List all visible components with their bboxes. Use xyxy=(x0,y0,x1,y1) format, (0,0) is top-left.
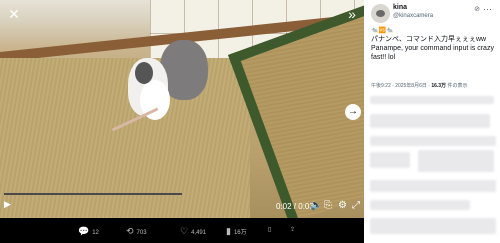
views-button[interactable]: ▮ 16万 xyxy=(226,226,247,237)
share-icon[interactable]: ⇪ xyxy=(290,226,295,233)
blurred-content xyxy=(370,114,490,128)
tweet-sidebar: kina @kinaxcamera ⊘ ⋯ 🐀🆚🐀 パナンペ、コマンド入力早ぇぇ… xyxy=(364,0,500,243)
volume-icon[interactable]: 🔈 xyxy=(310,200,322,211)
video-controls: ▶ 0:02 / 0:03 🔈 ⎘ ⚙ ⤢ xyxy=(0,199,364,215)
blurred-content xyxy=(370,180,496,192)
more-options-icon[interactable]: ⋯ xyxy=(483,4,492,15)
tweet-views-count: 16.3万 xyxy=(431,83,447,89)
author-handle[interactable]: @kinaxcamera xyxy=(393,13,433,19)
bookmark-icon[interactable]: ▯ xyxy=(268,226,271,233)
blurred-content xyxy=(370,136,496,146)
settings-icon[interactable]: ⚙ xyxy=(338,200,347,211)
author-name[interactable]: kina xyxy=(393,4,407,11)
tweet-timestamp[interactable]: 午後9:22 · 2025年8月6日 · xyxy=(371,83,430,89)
heart-icon: ♡ xyxy=(180,226,189,236)
like-button[interactable]: ♡ 4,491 xyxy=(180,226,206,237)
tweet-views-label: 件の表示 xyxy=(447,83,468,89)
fullscreen-icon[interactable]: ⤢ xyxy=(352,200,360,211)
avatar[interactable] xyxy=(371,4,390,23)
grok-icon[interactable]: ⊘ xyxy=(474,5,480,13)
like-count: 4,491 xyxy=(191,230,207,236)
action-bar: 💬 12 ⟲ 703 ♡ 4,491 ▮ 16万 ▯ ⇪ xyxy=(0,218,364,243)
tweet-text-en: Panampe, your command input is crazy fas… xyxy=(371,45,494,61)
views-count: 16万 xyxy=(233,230,247,236)
tweet-emoji-line: 🐀🆚🐀 xyxy=(371,28,394,34)
close-icon[interactable]: ✕ xyxy=(6,6,22,22)
reply-count: 12 xyxy=(92,230,99,236)
tweet-text-ja: パナンペ、コマンド入力早ぇぇぇww xyxy=(371,36,487,43)
play-icon[interactable]: ▶ xyxy=(4,199,11,210)
tweet-meta: 午後9:22 · 2025年8月6日 · 16.3万 件の表示 xyxy=(371,82,467,89)
rat-spot xyxy=(135,62,153,84)
repost-count: 703 xyxy=(136,230,147,236)
blurred-content xyxy=(370,200,470,210)
reply-button[interactable]: 💬 12 xyxy=(78,226,99,237)
time-display: 0:02 / 0:03 xyxy=(276,202,314,211)
media-viewer: ✕ » → ▶ 0:02 / 0:03 🔈 ⎘ ⚙ ⤢ 💬 12 ⟲ 703 ♡ 4,… xyxy=(0,0,364,243)
blurred-content xyxy=(370,218,496,234)
captions-icon[interactable]: ⎘ xyxy=(324,200,332,211)
repost-icon: ⟲ xyxy=(126,226,134,236)
progress-bar[interactable] xyxy=(4,193,182,195)
reply-icon: 💬 xyxy=(78,226,90,236)
next-arrow-icon[interactable]: → xyxy=(345,104,361,120)
tweet-text: パナンペ、コマンド入力早ぇぇぇww Panampe, your command … xyxy=(371,35,495,62)
blurred-content xyxy=(370,152,410,168)
blurred-content xyxy=(418,150,494,172)
blurred-content xyxy=(370,96,494,104)
views-icon: ▮ xyxy=(226,226,231,236)
repost-button[interactable]: ⟲ 703 xyxy=(126,226,147,237)
expand-sidebar-icon[interactable]: » xyxy=(344,6,360,22)
video-player[interactable]: ✕ » → ▶ 0:02 / 0:03 🔈 ⎘ ⚙ ⤢ xyxy=(0,0,364,218)
